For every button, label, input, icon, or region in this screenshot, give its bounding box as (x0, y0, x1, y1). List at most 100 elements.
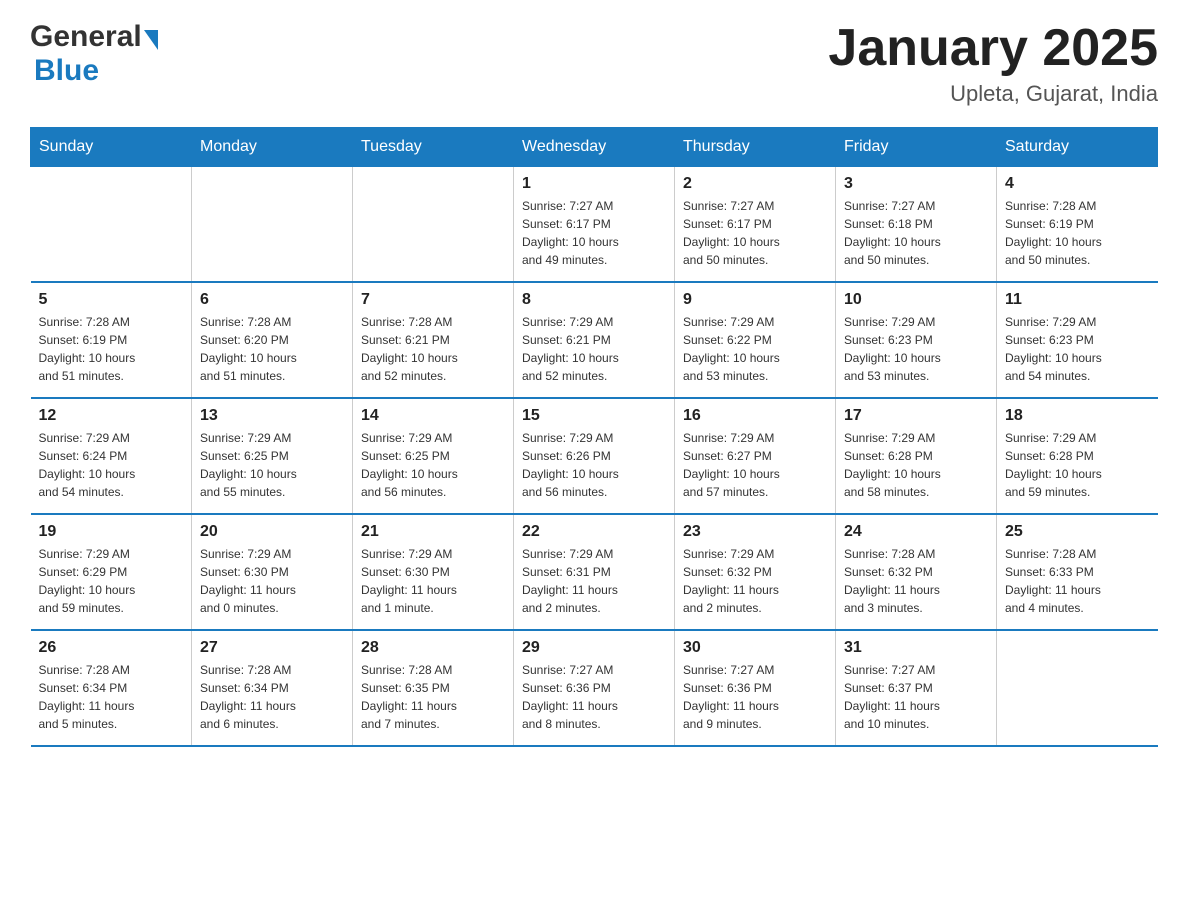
day-number: 12 (39, 407, 184, 425)
calendar-cell: 13 Sunrise: 7:29 AM Sunset: 6:25 PM Dayli… (192, 398, 353, 514)
calendar-cell: 17 Sunrise: 7:29 AM Sunset: 6:28 PM Dayli… (836, 398, 997, 514)
calendar-week-row: 5Sunrise: 7:28 AM Sunset: 6:19 PM Daylig… (31, 282, 1158, 398)
weekday-header-row: SundayMondayTuesdayWednesdayThursdayFrid… (31, 128, 1158, 167)
day-number: 3 (844, 175, 988, 193)
calendar-cell: 5Sunrise: 7:28 AM Sunset: 6:19 PM Daylig… (31, 282, 192, 398)
day-info: Sunrise: 7:28 AM Sunset: 6:19 PM Dayligh… (1005, 197, 1150, 269)
day-info: Sunrise: 7:27 AM Sunset: 6:17 PM Dayligh… (683, 197, 827, 269)
day-number: 29 (522, 639, 666, 657)
logo-blue-text: Blue (34, 54, 99, 87)
day-info: Sunrise: 7:28 AM Sunset: 6:34 PM Dayligh… (200, 661, 344, 733)
weekday-header-friday: Friday (836, 128, 997, 167)
calendar-cell: 21 Sunrise: 7:29 AM Sunset: 6:30 PM Dayli… (353, 514, 514, 630)
weekday-header-monday: Monday (192, 128, 353, 167)
day-number: 14 (361, 407, 505, 425)
logo-general-text: General (30, 20, 142, 54)
day-info: Sunrise: 7:27 AM Sunset: 6:36 PM Dayligh… (522, 661, 666, 733)
day-info: Sunrise: 7:29 AM Sunset: 6:26 PM Dayligh… (522, 429, 666, 501)
calendar-cell: 23 Sunrise: 7:29 AM Sunset: 6:32 PM Dayli… (675, 514, 836, 630)
day-info: Sunrise: 7:28 AM Sunset: 6:34 PM Dayligh… (39, 661, 184, 733)
day-number: 25 (1005, 523, 1150, 541)
day-info: Sunrise: 7:27 AM Sunset: 6:18 PM Dayligh… (844, 197, 988, 269)
day-number: 28 (361, 639, 505, 657)
day-info: Sunrise: 7:29 AM Sunset: 6:32 PM Dayligh… (683, 545, 827, 617)
day-number: 13 (200, 407, 344, 425)
day-info: Sunrise: 7:27 AM Sunset: 6:37 PM Dayligh… (844, 661, 988, 733)
page-header: General Blue January 2025 Upleta, Gujara… (30, 20, 1158, 107)
calendar-cell: 31 Sunrise: 7:27 AM Sunset: 6:37 PM Dayli… (836, 630, 997, 746)
calendar-week-row: 12 Sunrise: 7:29 AM Sunset: 6:24 PM Dayli… (31, 398, 1158, 514)
day-number: 6 (200, 291, 344, 309)
day-number: 10 (844, 291, 988, 309)
calendar-cell: 11 Sunrise: 7:29 AM Sunset: 6:23 PM Dayli… (997, 282, 1158, 398)
logo-triangle-icon (144, 30, 158, 50)
calendar-week-row: 19 Sunrise: 7:29 AM Sunset: 6:29 PM Dayli… (31, 514, 1158, 630)
calendar-cell (31, 167, 192, 283)
calendar-cell (997, 630, 1158, 746)
day-info: Sunrise: 7:28 AM Sunset: 6:21 PM Dayligh… (361, 313, 505, 385)
day-number: 17 (844, 407, 988, 425)
calendar-cell: 3 Sunrise: 7:27 AM Sunset: 6:18 PM Daylig… (836, 167, 997, 283)
day-number: 4 (1005, 175, 1150, 193)
day-number: 23 (683, 523, 827, 541)
calendar-cell: 29 Sunrise: 7:27 AM Sunset: 6:36 PM Dayli… (514, 630, 675, 746)
day-info: Sunrise: 7:27 AM Sunset: 6:36 PM Dayligh… (683, 661, 827, 733)
calendar-cell: 9 Sunrise: 7:29 AM Sunset: 6:22 PM Daylig… (675, 282, 836, 398)
logo: General Blue (30, 20, 158, 88)
calendar-cell: 12 Sunrise: 7:29 AM Sunset: 6:24 PM Dayli… (31, 398, 192, 514)
calendar-cell: 15 Sunrise: 7:29 AM Sunset: 6:26 PM Dayli… (514, 398, 675, 514)
day-number: 7 (361, 291, 505, 309)
day-info: Sunrise: 7:29 AM Sunset: 6:21 PM Dayligh… (522, 313, 666, 385)
calendar-body: 1Sunrise: 7:27 AM Sunset: 6:17 PM Daylig… (31, 167, 1158, 747)
day-info: Sunrise: 7:29 AM Sunset: 6:30 PM Dayligh… (200, 545, 344, 617)
day-number: 19 (39, 523, 184, 541)
calendar-table: SundayMondayTuesdayWednesdayThursdayFrid… (30, 127, 1158, 747)
day-info: Sunrise: 7:28 AM Sunset: 6:35 PM Dayligh… (361, 661, 505, 733)
weekday-header-wednesday: Wednesday (514, 128, 675, 167)
calendar-cell: 27 Sunrise: 7:28 AM Sunset: 6:34 PM Dayli… (192, 630, 353, 746)
weekday-header-sunday: Sunday (31, 128, 192, 167)
title-block: January 2025 Upleta, Gujarat, India (828, 20, 1158, 107)
day-number: 9 (683, 291, 827, 309)
day-info: Sunrise: 7:28 AM Sunset: 6:33 PM Dayligh… (1005, 545, 1150, 617)
calendar-cell: 14 Sunrise: 7:29 AM Sunset: 6:25 PM Dayli… (353, 398, 514, 514)
calendar-title: January 2025 (828, 20, 1158, 77)
day-number: 22 (522, 523, 666, 541)
calendar-cell: 8Sunrise: 7:29 AM Sunset: 6:21 PM Daylig… (514, 282, 675, 398)
calendar-week-row: 26Sunrise: 7:28 AM Sunset: 6:34 PM Dayli… (31, 630, 1158, 746)
day-info: Sunrise: 7:29 AM Sunset: 6:28 PM Dayligh… (844, 429, 988, 501)
day-info: Sunrise: 7:29 AM Sunset: 6:25 PM Dayligh… (361, 429, 505, 501)
day-info: Sunrise: 7:29 AM Sunset: 6:29 PM Dayligh… (39, 545, 184, 617)
calendar-cell: 19 Sunrise: 7:29 AM Sunset: 6:29 PM Dayli… (31, 514, 192, 630)
day-number: 27 (200, 639, 344, 657)
day-info: Sunrise: 7:29 AM Sunset: 6:23 PM Dayligh… (1005, 313, 1150, 385)
day-number: 5 (39, 291, 184, 309)
calendar-week-row: 1Sunrise: 7:27 AM Sunset: 6:17 PM Daylig… (31, 167, 1158, 283)
calendar-cell: 6Sunrise: 7:28 AM Sunset: 6:20 PM Daylig… (192, 282, 353, 398)
calendar-cell: 16Sunrise: 7:29 AM Sunset: 6:27 PM Dayli… (675, 398, 836, 514)
day-info: Sunrise: 7:29 AM Sunset: 6:23 PM Dayligh… (844, 313, 988, 385)
day-number: 16 (683, 407, 827, 425)
day-number: 21 (361, 523, 505, 541)
day-info: Sunrise: 7:29 AM Sunset: 6:25 PM Dayligh… (200, 429, 344, 501)
day-number: 24 (844, 523, 988, 541)
calendar-cell: 10 Sunrise: 7:29 AM Sunset: 6:23 PM Dayli… (836, 282, 997, 398)
day-number: 15 (522, 407, 666, 425)
day-number: 2 (683, 175, 827, 193)
day-number: 20 (200, 523, 344, 541)
day-number: 31 (844, 639, 988, 657)
day-info: Sunrise: 7:27 AM Sunset: 6:17 PM Dayligh… (522, 197, 666, 269)
weekday-header-thursday: Thursday (675, 128, 836, 167)
calendar-subtitle: Upleta, Gujarat, India (828, 81, 1158, 107)
day-info: Sunrise: 7:28 AM Sunset: 6:32 PM Dayligh… (844, 545, 988, 617)
day-number: 18 (1005, 407, 1150, 425)
calendar-header: SundayMondayTuesdayWednesdayThursdayFrid… (31, 128, 1158, 167)
calendar-cell (192, 167, 353, 283)
day-info: Sunrise: 7:29 AM Sunset: 6:22 PM Dayligh… (683, 313, 827, 385)
calendar-cell: 18Sunrise: 7:29 AM Sunset: 6:28 PM Dayli… (997, 398, 1158, 514)
calendar-cell: 24 Sunrise: 7:28 AM Sunset: 6:32 PM Dayli… (836, 514, 997, 630)
calendar-cell: 26Sunrise: 7:28 AM Sunset: 6:34 PM Dayli… (31, 630, 192, 746)
day-info: Sunrise: 7:29 AM Sunset: 6:30 PM Dayligh… (361, 545, 505, 617)
day-number: 11 (1005, 291, 1150, 309)
day-info: Sunrise: 7:29 AM Sunset: 6:24 PM Dayligh… (39, 429, 184, 501)
